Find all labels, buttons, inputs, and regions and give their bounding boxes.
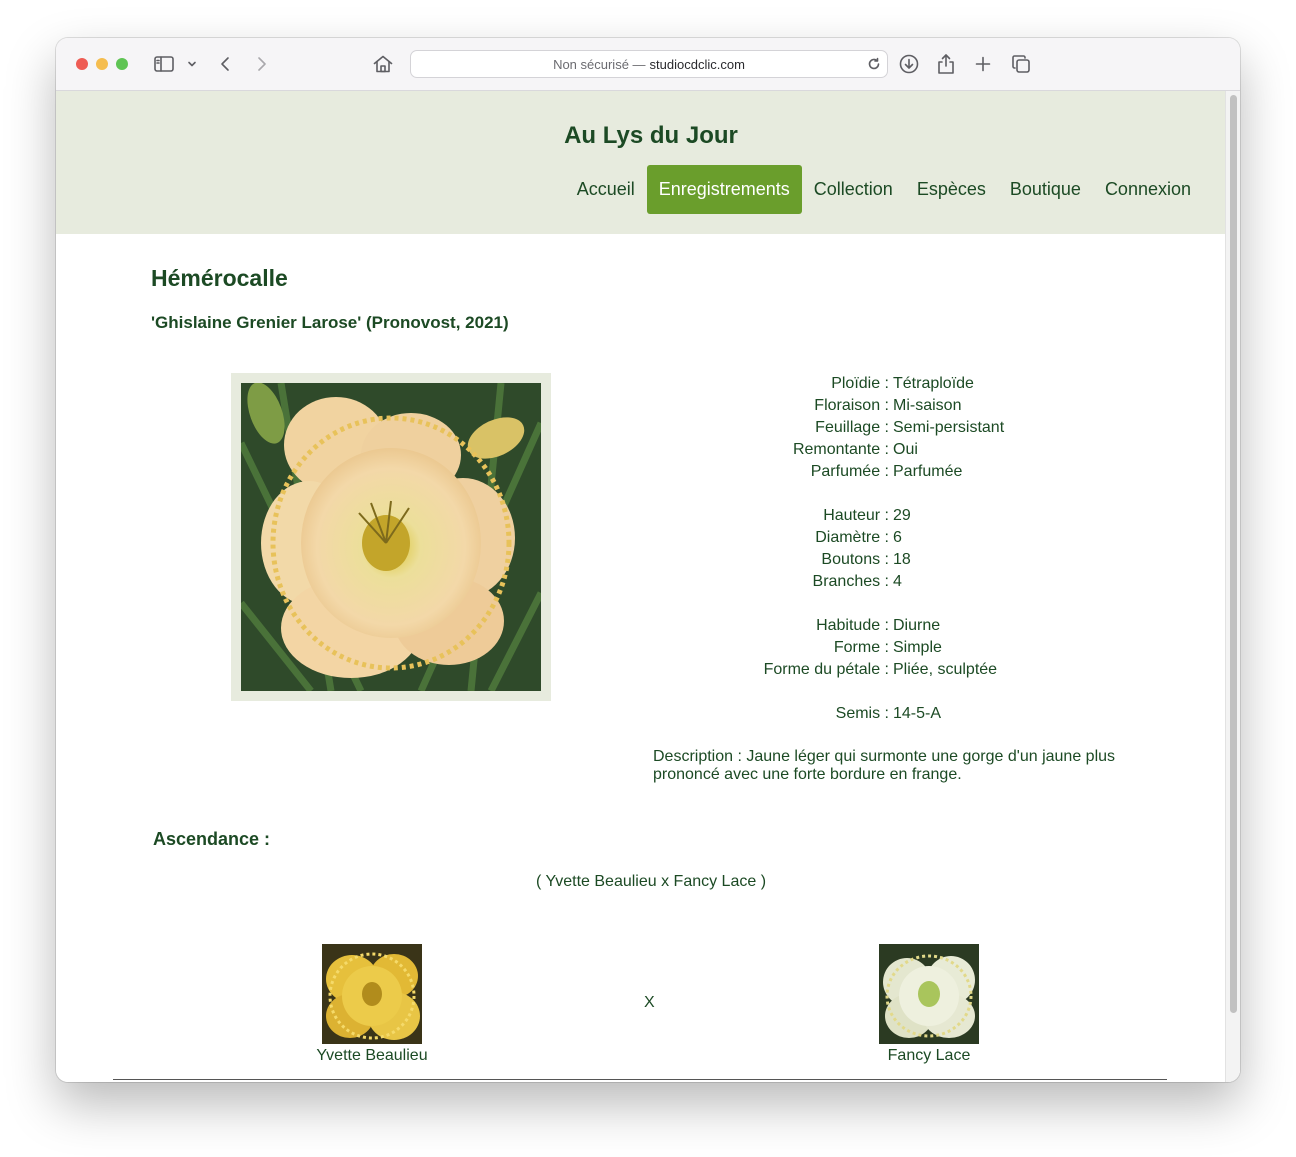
spec-parfumee: Parfumée : Parfumée [646, 461, 1146, 483]
spec-key: Branches : [812, 573, 889, 590]
nav-boutique[interactable]: Boutique [998, 165, 1093, 214]
spec-key: Forme du pétale : [763, 661, 889, 678]
sidebar-icon[interactable] [152, 52, 176, 76]
spec-branches: Branches :4 [646, 571, 1146, 593]
nav-enregistrements[interactable]: Enregistrements [646, 165, 802, 214]
spec-value: 6 [893, 529, 902, 546]
spec-value: Mi-saison [893, 397, 962, 414]
spec-spacer [646, 681, 1146, 703]
browser-window: Non sécurisé — studiocdclic.com Au Lys d… [56, 38, 1240, 1082]
nav-especes[interactable]: Espèces [905, 165, 998, 214]
spec-hauteur: Hauteur :29 [646, 505, 1146, 527]
spec-value: Tétraploïde [893, 375, 974, 392]
ancestry-heading: Ascendance : [153, 829, 271, 849]
genus-heading: Hémérocalle [151, 265, 288, 291]
spec-value: Parfumée [893, 463, 963, 480]
spec-key: Diamètre : [815, 529, 889, 546]
spec-habitude: Habitude : Diurne [646, 615, 1146, 637]
zoom-window-button[interactable] [116, 58, 128, 70]
main-nav: Accueil Enregistrements Collection Espèc… [565, 165, 1203, 214]
share-icon[interactable] [934, 52, 958, 76]
download-icon[interactable] [897, 52, 921, 76]
spec-key: Ploïdie : [831, 375, 889, 392]
spec-key: Remontante : [792, 441, 889, 458]
spec-value: Diurne [893, 617, 941, 634]
web-page: Au Lys du Jour Accueil Enregistrements C… [56, 91, 1240, 1082]
spec-value: 29 [893, 507, 911, 524]
browser-toolbar: Non sécurisé — studiocdclic.com [56, 38, 1240, 91]
new-tab-icon[interactable] [971, 52, 995, 76]
home-icon[interactable] [371, 52, 395, 76]
spec-value: Semi-persistant [893, 419, 1005, 436]
main-photo-frame [231, 373, 551, 701]
site-header: Au Lys du Jour Accueil Enregistrements C… [56, 91, 1225, 234]
spec-spacer [646, 483, 1146, 505]
reload-icon[interactable] [867, 55, 881, 73]
parent-card[interactable]: Yvette Beaulieu [292, 944, 452, 1065]
cultivar-heading: 'Ghislaine Grenier Larose' (Pronovost, 2… [151, 313, 509, 332]
spec-value: 14-5-A [893, 705, 942, 722]
url-domain: studiocdclic.com [649, 56, 745, 72]
parent-card[interactable]: Fancy Lace [849, 944, 1009, 1065]
spec-ploidie: Ploïdie : Tétraploïde [646, 373, 1146, 395]
parent-name[interactable]: Yvette Beaulieu [292, 1047, 452, 1065]
spec-forme: Forme : Simple [646, 637, 1146, 659]
scrollbar-thumb[interactable] [1230, 95, 1237, 1013]
back-icon[interactable] [214, 52, 238, 76]
nav-accueil[interactable]: Accueil [565, 165, 647, 214]
spec-key: Feuillage : [815, 419, 889, 436]
spec-value: Simple [893, 639, 942, 656]
address-bar[interactable]: Non sécurisé — studiocdclic.com [410, 50, 888, 78]
spec-floraison: Floraison : Mi-saison [646, 395, 1146, 417]
specs-list: Ploïdie : Tétraploïde Floraison : Mi-saiso… [646, 373, 1146, 725]
parent-photo-fancy-lace[interactable] [879, 944, 979, 1044]
nav-collection[interactable]: Collection [802, 165, 905, 214]
parent-separator: X [644, 994, 655, 1011]
tabs-overview-icon[interactable] [1009, 52, 1033, 76]
bottom-divider [113, 1079, 1167, 1080]
spec-spacer [646, 593, 1146, 615]
parent-photo-yvette-beaulieu[interactable] [322, 944, 422, 1044]
spec-value: Oui [893, 441, 918, 458]
close-window-button[interactable] [76, 58, 88, 70]
daylily-main-photo[interactable] [241, 383, 541, 691]
spec-key: Forme : [833, 639, 889, 656]
spec-semis: Semis :14-5-A [646, 703, 1146, 725]
minimize-window-button[interactable] [96, 58, 108, 70]
spec-feuillage: Feuillage : Semi-persistant [646, 417, 1146, 439]
spec-key: Parfumée : [810, 463, 889, 480]
spec-value: 4 [893, 573, 902, 590]
spec-key: Semis : [835, 705, 889, 722]
nav-connexion[interactable]: Connexion [1093, 165, 1203, 214]
spec-key: Hauteur : [823, 507, 889, 524]
spec-value: 18 [893, 551, 911, 568]
spec-diametre: Diamètre :6 [646, 527, 1146, 549]
spec-key: Floraison : [814, 397, 889, 414]
spec-value: Pliée, sculptée [893, 661, 998, 678]
forward-icon[interactable] [249, 52, 273, 76]
spec-forme-petale: Forme du pétale : Pliée, sculptée [646, 659, 1146, 681]
chevron-down-icon[interactable] [184, 52, 200, 76]
spec-boutons: Boutons :18 [646, 549, 1146, 571]
spec-remontante: Remontante : Oui [646, 439, 1146, 461]
spec-key: Habitude : [816, 617, 889, 634]
ancestry-cross: ( Yvette Beaulieu x Fancy Lace ) [535, 873, 767, 890]
plant-description: Description : Jaune léger qui surmonte u… [653, 748, 1116, 783]
spec-key: Boutons : [821, 551, 889, 568]
parent-name[interactable]: Fancy Lace [849, 1047, 1009, 1065]
url-security-label: Non sécurisé — [553, 56, 646, 72]
site-title[interactable]: Au Lys du Jour [56, 122, 1240, 150]
page-scrollbar[interactable] [1225, 91, 1240, 1082]
